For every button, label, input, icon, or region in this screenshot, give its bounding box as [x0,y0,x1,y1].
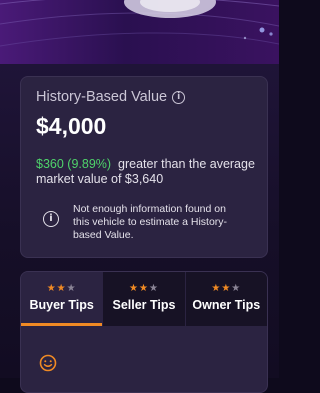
info-icon: i [43,211,59,227]
value-card-header: History-Based Value i [36,89,186,105]
tab-seller-tips[interactable]: ★★★ Seller Tips [103,272,186,326]
note-text: Not enough information found on this veh… [73,203,228,241]
smile-icon [39,354,57,372]
value-difference: $360 (9.89%) [36,157,112,171]
history-value-card: History-Based Value i $4,000 $360 (9.89%… [20,76,268,258]
value-card-title: History-Based Value [36,89,168,105]
tab-buyer-tips[interactable]: ★★★ Buyer Tips [21,272,104,326]
tab-label: Buyer Tips [29,298,94,312]
rating-stars: ★★★ [211,283,242,294]
history-value-amount: $4,000 [36,113,107,139]
hero-banner [0,0,279,64]
tips-card: ★★★ Buyer Tips ★★★ Seller Tips ★★★ Owner… [20,271,268,393]
tips-tabs: ★★★ Buyer Tips ★★★ Seller Tips ★★★ Owner… [21,272,267,326]
tab-owner-tips[interactable]: ★★★ Owner Tips [185,272,267,326]
hero-graphic [0,0,279,47]
value-comparison: $360 (9.89%) greater than the average ma… [36,157,261,187]
rating-stars: ★★★ [129,283,159,294]
tab-label: Owner Tips [192,298,261,312]
info-icon[interactable]: i [172,90,186,104]
rating-stars: ★★★ [46,283,77,294]
value-note: i Not enough information found on this v… [43,203,253,242]
tab-label: Seller Tips [112,298,176,312]
